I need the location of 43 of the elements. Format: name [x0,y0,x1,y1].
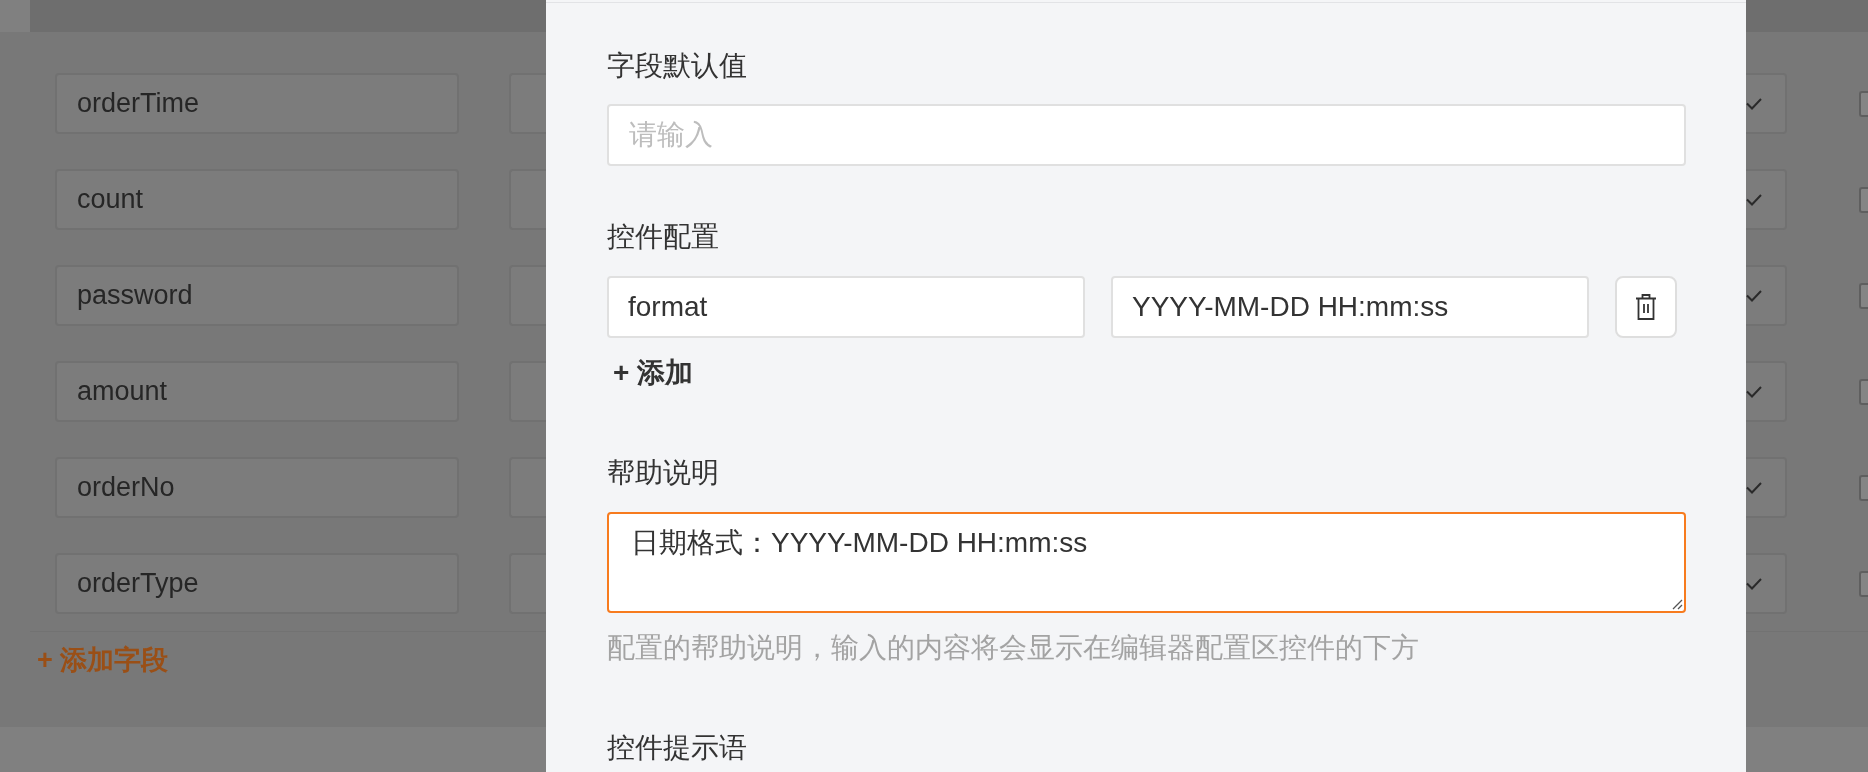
field-name-input[interactable]: password [55,265,459,326]
delete-button[interactable] [1615,276,1677,338]
field-label: 控件提示语 [607,731,747,765]
checkbox[interactable] [1859,378,1868,405]
field-label-input[interactable] [509,169,546,230]
field-name-input[interactable]: count [55,169,459,230]
checkbox[interactable] [1859,474,1868,501]
checkbox[interactable] [1859,282,1868,309]
field-label-input[interactable] [509,73,546,134]
field-name-input[interactable]: orderNo [55,457,459,518]
checkbox[interactable] [1859,570,1868,597]
field-label: 帮助说明 [607,456,719,490]
field-label-input[interactable] [509,265,546,326]
field-name-input[interactable]: orderType [55,553,459,614]
type-select[interactable] [1746,73,1787,134]
checkmark-icon [1746,289,1762,302]
field-label-input[interactable] [509,457,546,518]
field-label: 控件配置 [607,220,719,254]
type-select[interactable] [1746,457,1787,518]
checkbox[interactable] [1859,186,1868,213]
checkmark-icon [1746,385,1762,398]
type-select[interactable] [1746,361,1787,422]
help-text-area[interactable]: 日期格式：YYYY-MM-DD HH:mm:ss [607,512,1686,613]
type-select[interactable] [1746,265,1787,326]
field-name-input[interactable]: orderTime [55,73,459,134]
field-label-input[interactable] [509,553,546,614]
config-value-input[interactable]: YYYY-MM-DD HH:mm:ss [1111,276,1589,338]
config-key-input[interactable]: format [607,276,1085,338]
type-select[interactable] [1746,169,1787,230]
checkbox[interactable] [1859,90,1868,117]
field-name-input[interactable]: amount [55,361,459,422]
resize-grip-icon [1672,599,1683,610]
checkmark-icon [1746,481,1762,494]
checkmark-icon [1746,577,1762,590]
help-hint-text: 配置的帮助说明，输入的内容将会显示在编辑器配置区控件的下方 [607,631,1419,665]
type-select[interactable] [1746,553,1787,614]
trash-icon [1635,294,1657,320]
checkmark-icon [1746,193,1762,206]
field-label: 字段默认值 [607,49,747,83]
default-value-input[interactable]: 请输入 [607,104,1686,166]
field-label-input[interactable] [509,361,546,422]
checkmark-icon [1746,97,1762,110]
add-config-button[interactable]: + 添加 [613,353,694,393]
